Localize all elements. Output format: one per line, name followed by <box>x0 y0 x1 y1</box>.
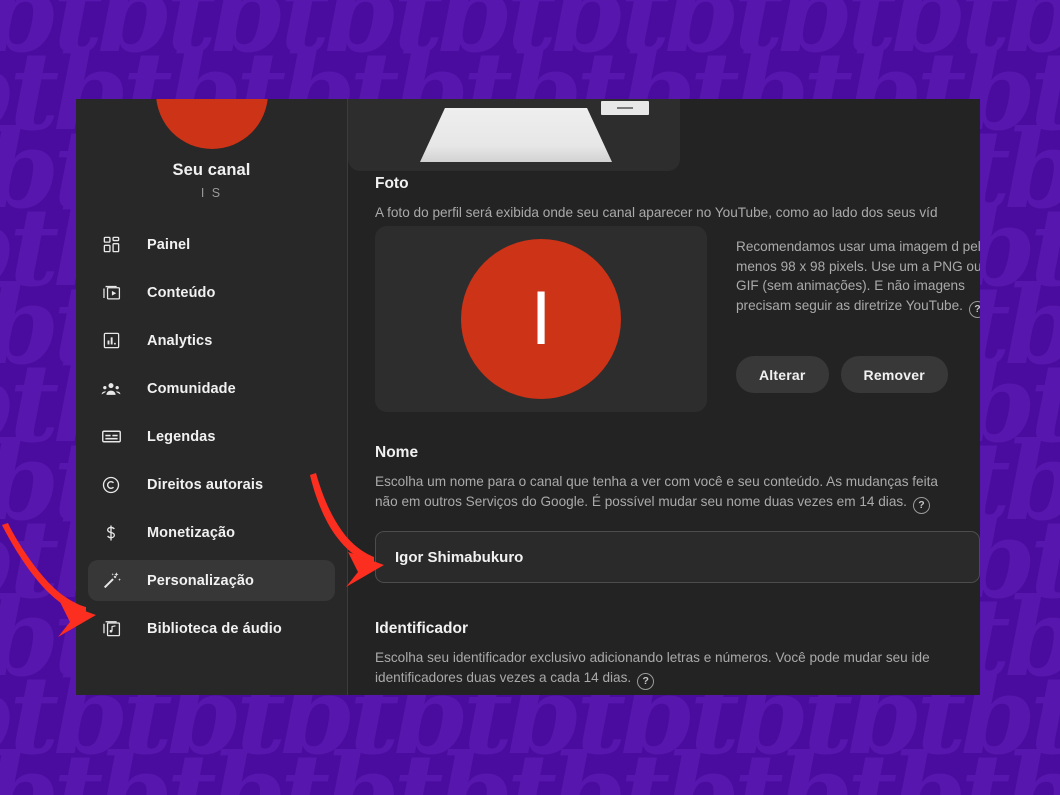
channel-name-input[interactable]: Igor Shimabukuro <box>375 531 980 583</box>
sidebar-item-comunidade[interactable]: Comunidade <box>88 368 335 409</box>
people-icon <box>97 379 125 399</box>
avatar-letter: I <box>530 276 552 361</box>
photo-guidelines-copy: Recomendamos usar uma imagem d pelo meno… <box>736 239 980 313</box>
sidebar-item-analytics[interactable]: Analytics <box>88 320 335 361</box>
banner-image-placeholder <box>420 108 612 162</box>
help-icon[interactable]: ? <box>637 672 655 690</box>
alterar-button[interactable]: Alterar <box>736 356 829 393</box>
photo-guidelines: Recomendamos usar uma imagem d pelo meno… <box>736 230 980 318</box>
main-content: Foto A foto do perfil será exibida onde … <box>348 99 980 695</box>
nome-description-line-2-text: não em outros Serviços do Google. É poss… <box>375 493 907 509</box>
sidebar-channel-handle: I S <box>200 186 223 200</box>
video-stack-icon <box>97 283 125 302</box>
sidebar-item-legendas[interactable]: Legendas <box>88 416 335 457</box>
profile-avatar: I <box>461 239 621 399</box>
sidebar-nav: Painel Conteúdo Analytics Comunidade Leg… <box>76 224 347 649</box>
dashboard-icon <box>97 235 125 254</box>
identificador-section-title: Identificador <box>375 620 469 637</box>
nome-section-title: Nome <box>375 444 419 461</box>
sidebar-item-conteudo[interactable]: Conteúdo <box>88 272 335 313</box>
remover-button[interactable]: Remover <box>840 356 948 393</box>
captions-icon <box>97 426 125 447</box>
sidebar-item-painel[interactable]: Painel <box>88 224 335 265</box>
photo-actions: Alterar Remover <box>736 356 948 393</box>
banner-badge <box>601 101 649 115</box>
sidebar-item-monetizacao[interactable]: Monetização <box>88 512 335 553</box>
sidebar-item-label: Analytics <box>147 332 213 349</box>
magic-wand-icon <box>97 570 125 591</box>
sidebar-item-label: Personalização <box>147 572 254 589</box>
nome-section-description: Escolha um nome para o canal que tenha a… <box>375 472 938 514</box>
sidebar-item-label: Comunidade <box>147 380 236 397</box>
sidebar-item-label: Conteúdo <box>147 284 216 301</box>
foto-section-title: Foto <box>375 175 409 192</box>
sidebar-item-label: Direitos autorais <box>147 476 264 493</box>
channel-summary: Seu canal I S <box>76 99 347 200</box>
identificador-description-line-1: Escolha seu identificador exclusivo adic… <box>375 650 930 665</box>
copyright-icon <box>97 475 125 495</box>
sidebar: Seu canal I S Painel Conteúdo Analytics … <box>76 99 348 695</box>
sidebar-item-label: Legendas <box>147 428 216 445</box>
nome-description-line-1: Escolha um nome para o canal que tenha a… <box>375 474 938 489</box>
bar-chart-icon <box>97 331 125 350</box>
youtube-studio-window: Seu canal I S Painel Conteúdo Analytics … <box>76 99 980 695</box>
foto-section-description: A foto do perfil será exibida onde seu c… <box>375 205 938 220</box>
help-icon[interactable]: ? <box>968 300 980 318</box>
nome-description-line-2: não em outros Serviços do Google. É poss… <box>375 492 938 514</box>
sidebar-item-label: Biblioteca de áudio <box>147 620 282 637</box>
identificador-description-line-2: identificadores duas vezes a cada 14 dia… <box>375 668 930 690</box>
photo-preview: I <box>375 226 707 412</box>
sidebar-item-label: Monetização <box>147 524 236 541</box>
help-icon[interactable]: ? <box>912 496 930 514</box>
dollar-icon <box>97 523 125 543</box>
identificador-section-description: Escolha seu identificador exclusivo adic… <box>375 648 930 690</box>
sidebar-channel-avatar <box>155 99 268 149</box>
sidebar-channel-name: Seu canal <box>172 161 251 179</box>
sidebar-item-biblioteca-de-audio[interactable]: Biblioteca de áudio <box>88 608 335 649</box>
music-note-icon <box>97 619 125 638</box>
sidebar-item-personalizacao[interactable]: Personalização <box>88 560 335 601</box>
banner-preview <box>348 99 680 171</box>
photo-guidelines-text: Recomendamos usar uma imagem d pelo meno… <box>736 237 980 318</box>
sidebar-item-label: Painel <box>147 236 191 253</box>
backdrop-watermark-row: tbtbtbtbtbtbtbtbtbtbtbtbtbtbtbtb <box>0 731 1060 795</box>
identificador-description-line-2-text: identificadores duas vezes a cada 14 dia… <box>375 669 632 685</box>
channel-name-value: Igor Shimabukuro <box>395 548 524 566</box>
sidebar-item-direitos-autorais[interactable]: Direitos autorais <box>88 464 335 505</box>
